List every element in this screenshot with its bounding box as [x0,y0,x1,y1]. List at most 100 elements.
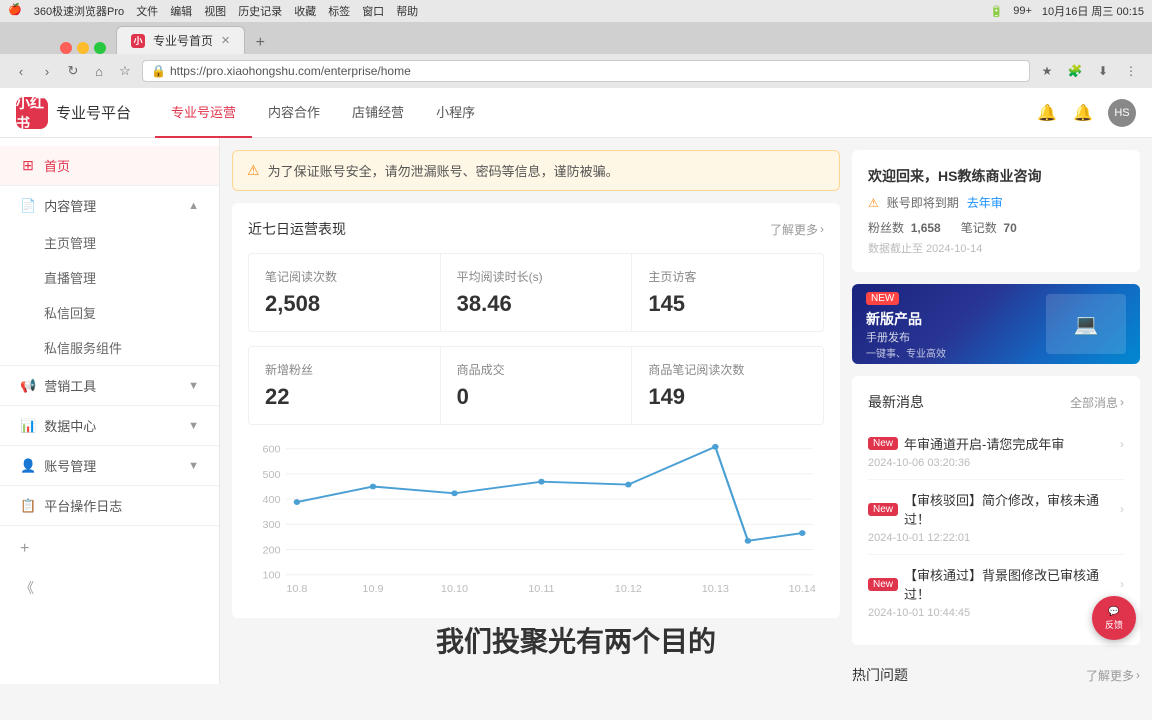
stats-grid-row2: 新增粉丝 22 商品成交 0 商品笔记阅读次数 149 [248,346,824,425]
news-item-2[interactable]: New 【审核通过】背景图修改已审核通过！ › 2024-10-01 10:44… [868,555,1124,629]
hot-questions-link[interactable]: 了解更多 › [1086,667,1140,684]
close-button[interactable] [60,42,72,54]
renewal-link[interactable]: 去年审 [967,194,1003,211]
sidebar-data-label: 数据中心 [44,416,96,435]
nav-miniapp[interactable]: 小程序 [420,88,491,138]
nav-store[interactable]: 店铺经营 [336,88,420,138]
sidebar-item-dm-service[interactable]: 私信服务组件 [24,330,219,365]
sidebar-group-data[interactable]: 📊 数据中心 ▼ [0,406,219,445]
sidebar-account-label: 账号管理 [44,456,96,475]
bookmark-button[interactable]: ☆ [114,60,136,82]
account-status: ⚠ 账号即将到期 去年审 [868,194,1124,211]
tab-close-button[interactable]: ✕ [221,34,230,47]
feedback-label: 反馈 [1105,618,1123,631]
menu-edit[interactable]: 编辑 [170,3,192,19]
minimize-button[interactable] [77,42,89,54]
stat-value-1: 38.46 [457,291,616,317]
menu-view[interactable]: 视图 [204,3,226,19]
download-icon[interactable]: ⬇ [1092,60,1114,82]
news-item-0[interactable]: New 年审通道开启-请您完成年审 › 2024-10-06 03:20:36 [868,424,1124,480]
stat-label-2: 主页访客 [648,268,807,285]
stat-label-1: 平均阅读时长(s) [457,268,616,285]
svg-text:10.9: 10.9 [362,585,383,595]
feedback-icon: 💬 [1108,606,1119,617]
sidebar-item-live[interactable]: 直播管理 [24,260,219,295]
svg-text:500: 500 [262,470,280,480]
follower-stat: 粉丝数 1,658 [868,219,941,236]
address-bar: ‹ › ↻ ⌂ ☆ 🔒 https://pro.xiaohongshu.com/… [0,54,1152,88]
address-input[interactable]: 🔒 https://pro.xiaohongshu.com/enterprise… [142,60,1030,82]
extension-icon[interactable]: 🧩 [1064,60,1086,82]
stat-value-0: 2,508 [265,291,424,317]
arrow-right-icon-news: › [1120,395,1124,409]
data-date: 数据截止至 2024-10-14 [868,240,1124,256]
stat-avg-read-time: 平均阅读时长(s) 38.46 [441,254,632,331]
promo-title: 新版产品 [866,309,946,329]
nav-content[interactable]: 内容合作 [252,88,336,138]
news-arrow-2: › [1120,577,1124,591]
new-tab-button[interactable]: + [249,32,271,54]
menu-history[interactable]: 历史记录 [238,3,282,19]
marketing-icon: 📢 [20,378,36,394]
menu-tags[interactable]: 标签 [328,3,350,19]
followers-label: 粉丝数 [868,221,904,235]
hot-arrow-icon: › [1136,668,1140,682]
news-all-link[interactable]: 全部消息 › [1070,394,1124,411]
back-button[interactable]: ‹ [10,60,32,82]
battery-icon: 🔋 [990,5,1004,18]
promo-banner[interactable]: NEW 新版产品 手册发布 一键事、专业高效 💻 [852,284,1140,364]
stat-label-3: 新增粉丝 [265,361,424,378]
nav-operations[interactable]: 专业号运营 [155,88,252,138]
sidebar-group-content[interactable]: 📄 内容管理 ▲ [0,186,219,225]
notification-bell-icon[interactable]: 🔔 [1036,102,1058,124]
notes-label: 笔记数 [961,221,997,235]
menu-help[interactable]: 帮助 [396,3,418,19]
browser-tab[interactable]: 小 专业号首页 ✕ [116,26,245,54]
sidebar-add-button[interactable]: + [0,530,219,568]
account-status-label: 账号即将到期 [887,194,959,211]
apple-menu[interactable]: 🍎 [8,3,22,19]
menu-window[interactable]: 窗口 [362,3,384,19]
sidebar-item-homepage[interactable]: 主页管理 [24,225,219,260]
stat-label-5: 商品笔记阅读次数 [648,361,807,378]
sidebar-group-account[interactable]: 👤 账号管理 ▼ [0,446,219,485]
svg-text:200: 200 [262,546,280,556]
content-area: ⚠ 为了保证账号安全，请勿泄漏账号、密码等信息，谨防被骗。 近七日运营表现 了解… [220,138,1152,684]
settings-icon[interactable]: ⋮ [1120,60,1142,82]
sidebar-collapse-button[interactable]: 《 [0,568,219,608]
app-header: 小红书 专业号平台 专业号运营 内容合作 店铺经营 小程序 🔔 🔔 HS [0,88,1152,138]
news-arrow-1: › [1120,502,1124,516]
refresh-button[interactable]: ↻ [62,60,84,82]
sidebar-group-log[interactable]: 📋 平台操作日志 [0,486,219,525]
news-item-header-0: New 年审通道开启-请您完成年审 › [868,434,1124,453]
feedback-button[interactable]: 💬 反馈 [1092,596,1136,640]
promo-subtitle: 手册发布 [866,329,946,345]
menu-file[interactable]: 文件 [136,3,158,19]
header-right: 🔔 🔔 HS [1036,99,1136,127]
news-item-1[interactable]: New 【审核驳回】简介修改，审核未通过！ › 2024-10-01 12:22… [868,480,1124,555]
stats-more-link[interactable]: 了解更多 › [770,221,824,238]
forward-button[interactable]: › [36,60,58,82]
maximize-button[interactable] [94,42,106,54]
stats-grid-row1: 笔记阅读次数 2,508 平均阅读时长(s) 38.46 主页访客 145 [248,253,824,332]
bookmark-star[interactable]: ★ [1036,60,1058,82]
stat-value-2: 145 [648,291,807,317]
line-chart: 600 500 400 300 200 100 [248,439,824,599]
user-avatar[interactable]: HS [1108,99,1136,127]
sidebar-marketing-label: 营销工具 [44,376,96,395]
svg-text:100: 100 [262,571,280,581]
alert-text: 为了保证账号安全，请勿泄漏账号、密码等信息，谨防被骗。 [268,161,619,180]
sidebar-item-dm[interactable]: 私信回复 [24,295,219,330]
svg-text:10.10: 10.10 [441,585,468,595]
home-button[interactable]: ⌂ [88,60,110,82]
sidebar-item-home[interactable]: ⊞ 首页 [0,146,219,185]
sidebar-log-label: 平台操作日志 [44,496,122,515]
sidebar-group-marketing[interactable]: 📢 营销工具 ▼ [0,366,219,405]
stats-section: 近七日运营表现 了解更多 › 笔记阅读次数 2,508 平均阅 [232,203,840,618]
menu-favorites[interactable]: 收藏 [294,3,316,19]
sidebar-sub-content: 主页管理 直播管理 私信回复 私信服务组件 [0,225,219,365]
content-icon: 📄 [20,198,36,214]
alert-icon[interactable]: 🔔 [1072,102,1094,124]
content-main: ⚠ 为了保证账号安全，请勿泄漏账号、密码等信息，谨防被骗。 近七日运营表现 了解… [220,138,852,684]
news-item-title-0: 年审通道开启-请您完成年审 [904,434,1114,453]
